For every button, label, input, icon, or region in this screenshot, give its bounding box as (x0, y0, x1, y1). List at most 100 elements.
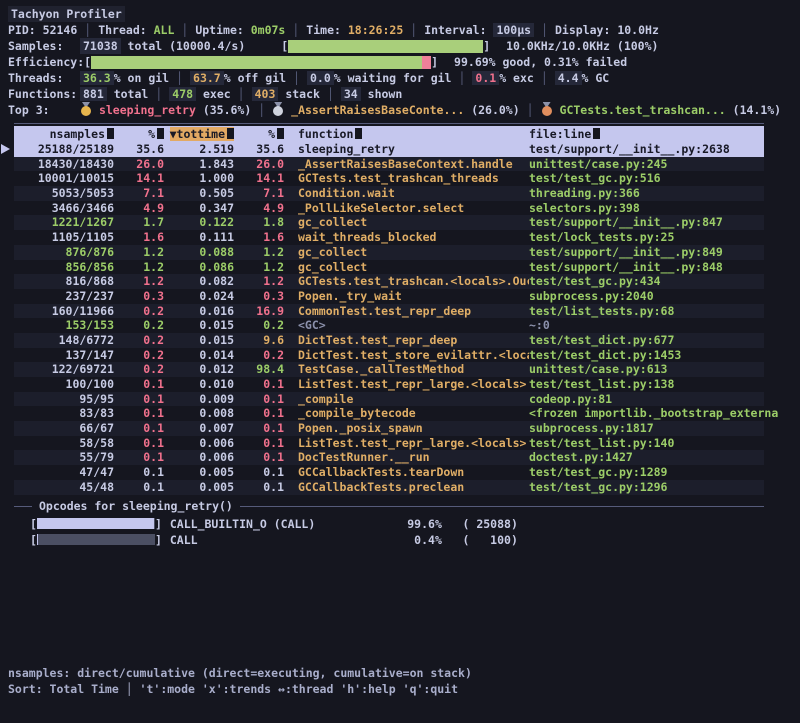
cell-function: _compile_bytecode (284, 406, 529, 421)
metric-item: 4.4% GC (555, 71, 609, 85)
table-row[interactable]: 160/11966 0.2 0.016 16.9 CommonTest.test… (14, 304, 764, 319)
cell-function: DictTest.test_repr_deep (284, 333, 529, 348)
table-row[interactable]: 876/876 1.2 0.088 1.2 gc_collect test/su… (14, 245, 764, 260)
cell-file-line: test/test_gc.py:1289 (529, 465, 764, 480)
opcode-bar-close-bracket: ] (155, 532, 162, 548)
cell-file-line: test/list_tests.py:68 (529, 304, 764, 319)
efficiency-bar (91, 56, 431, 69)
separator: │ (534, 23, 555, 37)
table-row[interactable]: 137/147 0.2 0.014 0.2 DictTest.test_stor… (14, 348, 764, 363)
status-item-label: Uptime: (195, 23, 243, 37)
table-row[interactable]: 66/67 0.1 0.007 0.1 Popen._posix_spawn s… (14, 421, 764, 436)
medal-disc (81, 106, 91, 116)
cell-file-line: subprocess.py:2040 (529, 289, 764, 304)
selected-row-marker (1, 144, 10, 154)
table-row[interactable]: 25188/25189 35.6 2.519 35.6 sleeping_ret… (14, 142, 764, 157)
header-cumulative-pct[interactable]: % (234, 126, 284, 142)
tachyon-profiler-window: Tachyon Profiler PID: 52146│Thread: ALL│… (0, 0, 800, 723)
cell-tottime: 1.000 (164, 171, 234, 186)
cell-tottime: 0.015 (164, 333, 234, 348)
threads-line: Threads: 36.3% on gil│63.7% off gil│0.0%… (8, 70, 792, 86)
top3-label: Top 3: (8, 102, 80, 118)
table-row[interactable]: 816/868 1.2 0.082 1.2 GCTests.test_trash… (14, 274, 764, 289)
separator: │ (520, 103, 541, 117)
opcode-bar (37, 518, 155, 529)
status-item-value: 100μs (493, 23, 534, 37)
cell-direct-pct: 0.1 (114, 392, 164, 407)
metric-item: 0.0% waiting for gil (307, 71, 451, 85)
samples-label: Samples: (8, 38, 80, 54)
table-row[interactable]: 55/79 0.1 0.006 0.1 DocTestRunner.__run … (14, 450, 764, 465)
cell-file-line: threading.py:366 (529, 186, 764, 201)
table-row[interactable]: 122/69721 0.2 0.012 98.4 TestCase._callT… (14, 362, 764, 377)
status-item: Time: 18:26:25 (306, 23, 403, 37)
separator: │ (148, 87, 169, 101)
cell-nsamples: 122/69721 (14, 362, 114, 377)
opcode-bar (37, 534, 155, 545)
separator: │ (285, 23, 306, 37)
cell-nsamples: 856/856 (14, 260, 114, 275)
top3-percentage: (26.0%) (471, 103, 519, 117)
cell-file-line: unittest/case.py:245 (529, 157, 764, 172)
cell-function: Condition.wait (284, 186, 529, 201)
cell-file-line: codeop.py:81 (529, 392, 764, 407)
bronze-medal-icon (541, 102, 553, 116)
samples-bar-close-bracket: ] (483, 38, 490, 54)
status-item-value: 0m07s (251, 23, 286, 37)
status-item-label: Thread: (98, 23, 146, 37)
table-row[interactable]: 5053/5053 7.1 0.505 7.1 Condition.wait t… (14, 186, 764, 201)
table-row[interactable]: 95/95 0.1 0.009 0.1 _compile codeop.py:8… (14, 392, 764, 407)
separator: │ (403, 23, 424, 37)
status-item: Interval: 100μs (424, 23, 534, 37)
cell-direct-pct: 0.2 (114, 333, 164, 348)
cell-direct-pct: 0.1 (114, 421, 164, 436)
metric-text: % waiting for gil (334, 71, 452, 85)
table-row[interactable]: 153/153 0.2 0.015 0.2 <GC> ~:0 (14, 318, 764, 333)
cell-function: GCTests.test_trashcan_threads (284, 171, 529, 186)
cell-nsamples: 10001/10015 (14, 171, 114, 186)
header-file-line[interactable]: file:line (529, 126, 764, 142)
opcodes-title-right-rule (240, 506, 764, 507)
table-row[interactable]: 10001/10015 14.1 1.000 14.1 GCTests.test… (14, 171, 764, 186)
cell-direct-pct: 35.6 (114, 142, 164, 157)
cell-tottime: 0.347 (164, 201, 234, 216)
table-row[interactable]: 100/100 0.1 0.010 0.1 ListTest.test_repr… (14, 377, 764, 392)
metric-item: 63.7% off gil (190, 71, 286, 85)
table-row[interactable]: 856/856 1.2 0.086 1.2 gc_collect test/su… (14, 260, 764, 275)
table-row[interactable]: 45/48 0.1 0.005 0.1 GCCallbackTests.prec… (14, 480, 764, 495)
top3-item: _AssertRaisesBaseConte... (26.0%) (272, 103, 519, 117)
metric-item: 478 exec (169, 87, 230, 101)
table-row[interactable]: 83/83 0.1 0.008 0.1 _compile_bytecode <f… (14, 406, 764, 421)
cell-function: TestCase._callTestMethod (284, 362, 529, 377)
cell-nsamples: 100/100 (14, 377, 114, 392)
table-row[interactable]: 47/47 0.1 0.005 0.1 GCCallbackTests.tear… (14, 465, 764, 480)
table-row[interactable]: 18430/18430 26.0 1.843 26.0 _AssertRaise… (14, 157, 764, 172)
cell-nsamples: 47/47 (14, 465, 114, 480)
table-row[interactable]: 1105/1105 1.6 0.111 1.6 wait_threads_blo… (14, 230, 764, 245)
table-row[interactable]: 3466/3466 4.9 0.347 4.9 _PollLikeSelecto… (14, 201, 764, 216)
header-direct-pct[interactable]: % (114, 126, 164, 142)
cell-tottime: 0.015 (164, 318, 234, 333)
samples-total: 71038 (80, 38, 121, 54)
cell-tottime: 0.082 (164, 274, 234, 289)
cell-direct-pct: 0.2 (114, 348, 164, 363)
cell-cumulative-pct: 35.6 (234, 142, 284, 157)
header-tottime-sorted[interactable]: ▼tottime (164, 126, 234, 142)
table-row[interactable]: 237/237 0.3 0.024 0.3 Popen._try_wait su… (14, 289, 764, 304)
separator: │ (77, 23, 98, 37)
table-row[interactable]: 1221/1267 1.7 0.122 1.8 gc_collect test/… (14, 215, 764, 230)
cell-tottime: 0.016 (164, 304, 234, 319)
header-nsamples[interactable]: nsamples (14, 126, 114, 142)
table-row[interactable]: 148/6772 0.2 0.015 9.6 DictTest.test_rep… (14, 333, 764, 348)
status-item-label: Interval: (424, 23, 486, 37)
cell-cumulative-pct: 0.1 (234, 436, 284, 451)
header-function[interactable]: function (284, 126, 529, 142)
table-row[interactable]: 58/58 0.1 0.006 0.1 ListTest.test_repr_l… (14, 436, 764, 451)
cell-nsamples: 95/95 (14, 392, 114, 407)
cell-function: CommonTest.test_repr_deep (284, 304, 529, 319)
top3-percentage: (14.1%) (733, 103, 781, 117)
separator: │ (534, 71, 555, 85)
cell-function: GCCallbackTests.tearDown (284, 465, 529, 480)
efficiency-bar-open-bracket: [ (84, 54, 91, 70)
functions-label: Functions: (8, 86, 80, 102)
